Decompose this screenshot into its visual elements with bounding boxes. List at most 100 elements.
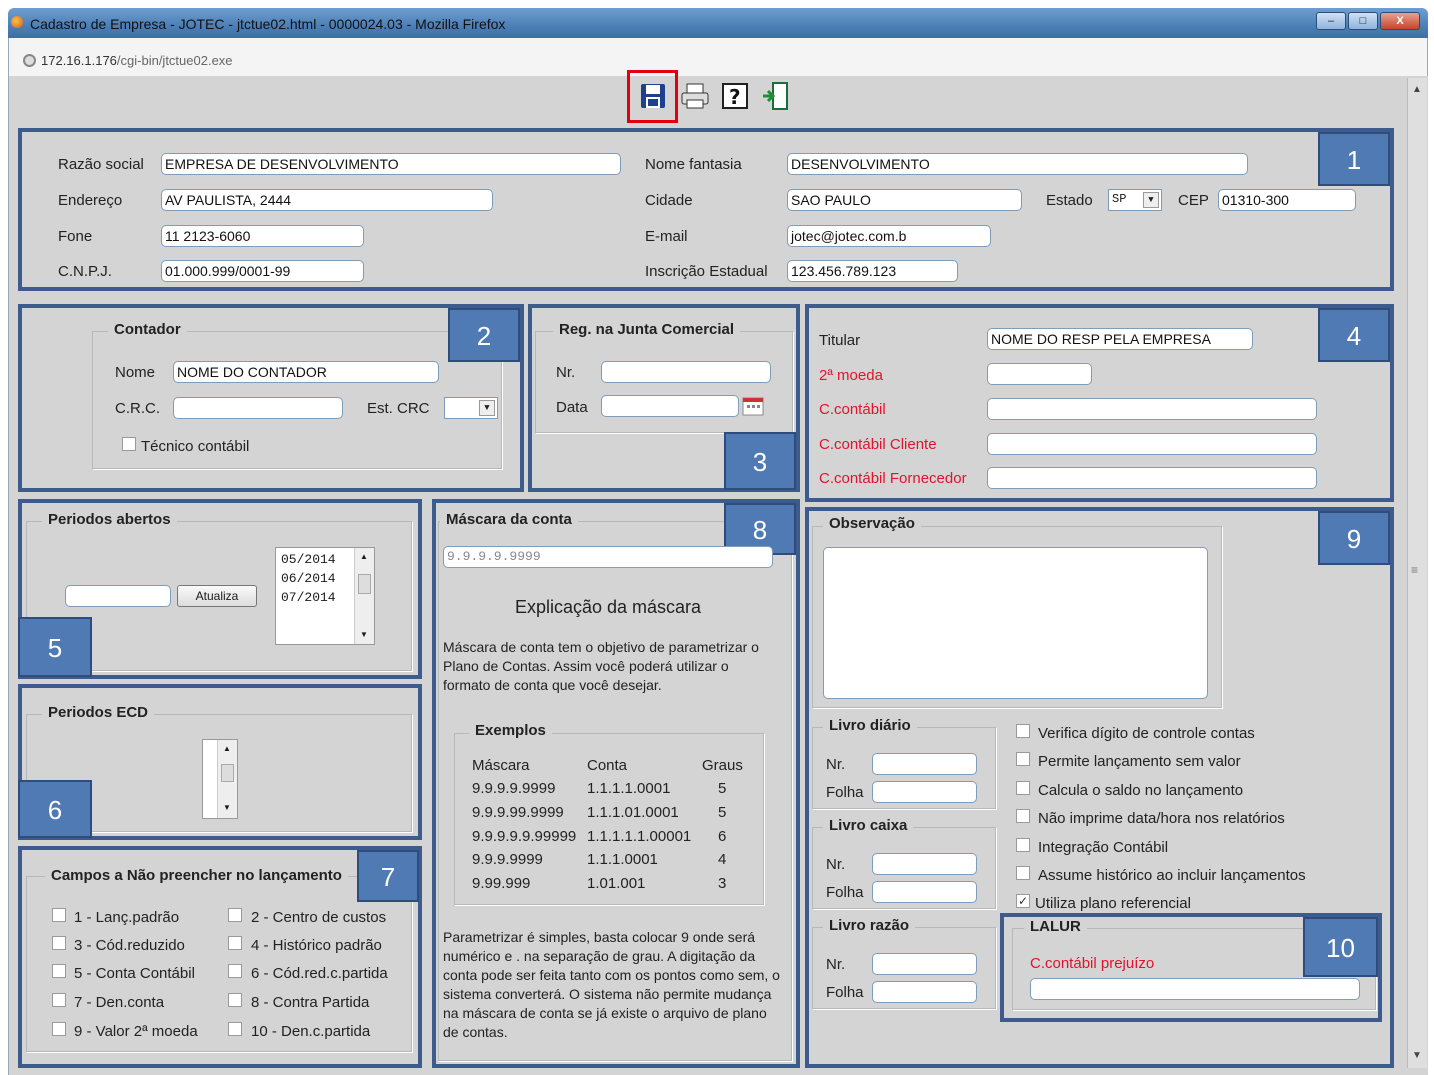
- mascara-input[interactable]: 9.9.9.9.9999: [443, 546, 773, 568]
- option-label: Permite lançamento sem valor: [1038, 753, 1241, 770]
- campo-checkbox[interactable]: [228, 936, 242, 950]
- chevron-down-icon[interactable]: ▼: [479, 400, 495, 416]
- razao-social-input[interactable]: EMPRESA DE DESENVOLVIMENTO: [161, 153, 621, 175]
- campo-checkbox[interactable]: [52, 936, 66, 950]
- campo-label: 2 - Centro de custos: [251, 909, 387, 926]
- campo-label: 6 - Cód.red.c.partida: [251, 965, 388, 982]
- scroll-thumb[interactable]: [221, 764, 234, 782]
- chevron-down-icon[interactable]: ▼: [1143, 192, 1159, 208]
- option-checkbox[interactable]: [1016, 866, 1030, 880]
- option-checkbox[interactable]: [1016, 724, 1030, 738]
- conta-contabil-input[interactable]: [987, 398, 1317, 420]
- scroll-up-icon[interactable]: ▲: [360, 552, 368, 561]
- campo-checkbox[interactable]: [228, 964, 242, 978]
- campo-label: 4 - Histórico padrão: [251, 937, 382, 954]
- cnpj-input[interactable]: 01.000.999/0001-99: [161, 260, 364, 282]
- conta-contabil-prejuizo-input[interactable]: [1030, 978, 1360, 1000]
- close-button[interactable]: X: [1380, 12, 1420, 30]
- inscricao-estadual-input[interactable]: 123.456.789.123: [787, 260, 958, 282]
- scroll-thumb[interactable]: [358, 574, 371, 594]
- junta-legend: Reg. na Junta Comercial: [553, 321, 741, 338]
- scroll-down-icon[interactable]: ▼: [1412, 1050, 1422, 1061]
- help-button[interactable]: ?: [719, 80, 751, 112]
- conta-contabil-cliente-input[interactable]: [987, 433, 1317, 455]
- livro-razao-legend: Livro razão: [823, 917, 916, 934]
- campo-label: 5 - Conta Contábil: [74, 965, 195, 982]
- cep-input[interactable]: 01310-300: [1218, 189, 1356, 211]
- campo-checkbox[interactable]: [52, 964, 66, 978]
- campo-label: 8 - Contra Partida: [251, 994, 370, 1011]
- atualiza-button[interactable]: Atualiza: [177, 585, 257, 607]
- address-bar[interactable]: 172.16.1.176/cgi-bin/jtctue02.exe: [8, 38, 1428, 76]
- estado-select[interactable]: SP ▼: [1108, 189, 1162, 211]
- titular-input[interactable]: NOME DO RESP PELA EMPRESA: [987, 328, 1253, 350]
- cep-label: CEP: [1178, 192, 1209, 209]
- livro-razao-folha-input[interactable]: [872, 981, 977, 1003]
- campo-checkbox[interactable]: [52, 1022, 66, 1036]
- campo-checkbox[interactable]: [52, 993, 66, 1007]
- conta-contabil-cliente-label: C.contábil Cliente: [819, 436, 937, 453]
- periodos-ecd-listbox[interactable]: ▲ ▼: [202, 739, 238, 819]
- scroll-down-icon[interactable]: ▼: [360, 630, 368, 639]
- option-label: Não imprime data/hora nos relatórios: [1038, 810, 1285, 827]
- minimize-button[interactable]: –: [1316, 12, 1346, 30]
- scroll-up-icon[interactable]: ▲: [1412, 84, 1422, 95]
- save-button[interactable]: [637, 80, 669, 112]
- section-badge-5: 5: [18, 617, 92, 677]
- campo-label: 10 - Den.c.partida: [251, 1023, 371, 1040]
- fone-input[interactable]: 11 2123-6060: [161, 225, 364, 247]
- list-item[interactable]: 05/2014: [281, 552, 336, 567]
- exit-button[interactable]: [760, 80, 792, 112]
- campo-checkbox[interactable]: [228, 908, 242, 922]
- cidade-label: Cidade: [645, 192, 693, 209]
- est-crc-select[interactable]: ▼: [444, 397, 498, 419]
- scroll-grip-icon[interactable]: ≡: [1411, 563, 1418, 577]
- table-cell: 1.1.1.1.1.00001: [587, 828, 692, 845]
- scroll-down-icon[interactable]: ▼: [223, 803, 231, 812]
- tecnico-contabil-label: Técnico contábil: [141, 438, 250, 455]
- option-label: Utiliza plano referencial: [1035, 895, 1191, 912]
- livro-diario-folha-input[interactable]: [872, 781, 977, 803]
- print-button[interactable]: [679, 80, 711, 112]
- email-input[interactable]: jotec@jotec.com.b: [787, 225, 991, 247]
- list-item[interactable]: 07/2014: [281, 590, 336, 605]
- junta-data-input[interactable]: [601, 395, 739, 417]
- conta-contabil-fornecedor-input[interactable]: [987, 467, 1317, 489]
- printer-icon: [681, 83, 709, 109]
- exemplos-legend: Exemplos: [469, 722, 552, 739]
- option-checkbox[interactable]: [1016, 752, 1030, 766]
- livro-razao-nr-input[interactable]: [872, 953, 977, 975]
- option-checkbox[interactable]: [1016, 809, 1030, 823]
- option-label: Assume histórico ao incluir lançamentos: [1038, 867, 1306, 884]
- observacao-textarea[interactable]: [823, 547, 1208, 699]
- endereco-input[interactable]: AV PAULISTA, 2444: [161, 189, 493, 211]
- vertical-scrollbar[interactable]: ▲ ≡ ▼: [1407, 78, 1427, 1068]
- livro-caixa-folha-input[interactable]: [872, 881, 977, 903]
- livro-caixa-nr-input[interactable]: [872, 853, 977, 875]
- email-label: E-mail: [645, 228, 688, 245]
- explicacao-title: Explicação da máscara: [514, 597, 702, 617]
- maximize-button[interactable]: □: [1348, 12, 1378, 30]
- campo-label: 7 - Den.conta: [74, 994, 165, 1011]
- contador-nome-input[interactable]: NOME DO CONTADOR: [173, 361, 439, 383]
- scroll-up-icon[interactable]: ▲: [223, 744, 231, 753]
- listbox-scrollbar[interactable]: ▲ ▼: [354, 548, 374, 644]
- list-item[interactable]: 06/2014: [281, 571, 336, 586]
- livro-diario-nr-input[interactable]: [872, 753, 977, 775]
- option-checkbox[interactable]: [1016, 838, 1030, 852]
- tecnico-contabil-checkbox[interactable]: [122, 437, 136, 451]
- campo-checkbox[interactable]: [228, 993, 242, 1007]
- calendar-icon[interactable]: [742, 396, 764, 416]
- campo-checkbox[interactable]: [228, 1022, 242, 1036]
- nome-fantasia-input[interactable]: DESENVOLVIMENTO: [787, 153, 1248, 175]
- listbox-scrollbar[interactable]: ▲ ▼: [217, 740, 237, 818]
- crc-input[interactable]: [173, 397, 343, 419]
- campo-checkbox[interactable]: [52, 908, 66, 922]
- junta-nr-input[interactable]: [601, 361, 771, 383]
- periodos-listbox[interactable]: 05/2014 06/2014 07/2014 ▲ ▼: [275, 547, 375, 645]
- option-checkbox[interactable]: [1016, 781, 1030, 795]
- cidade-input[interactable]: SAO PAULO: [787, 189, 1022, 211]
- periodo-input[interactable]: [65, 585, 171, 607]
- segunda-moeda-input[interactable]: [987, 363, 1092, 385]
- utiliza-plano-referencial-checkbox[interactable]: [1016, 894, 1030, 908]
